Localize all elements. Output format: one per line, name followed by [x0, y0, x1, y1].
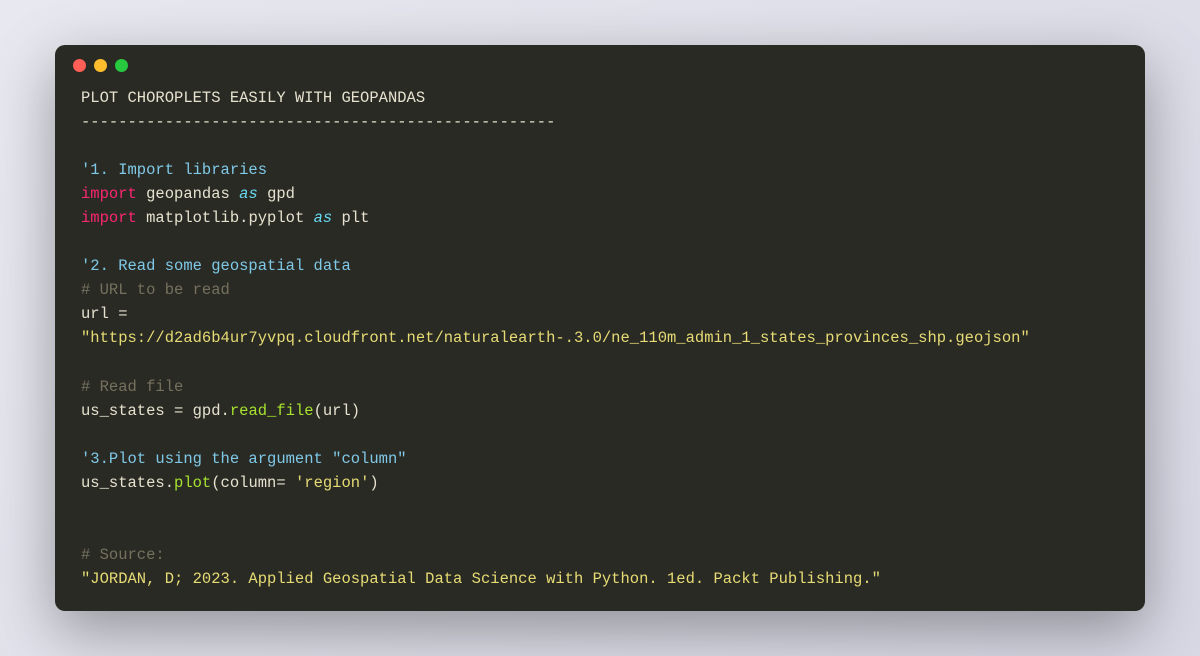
variable: us_states	[81, 402, 165, 420]
operator: =	[276, 474, 295, 492]
minimize-icon[interactable]	[94, 59, 107, 72]
close-icon[interactable]	[73, 59, 86, 72]
as-keyword: as	[314, 209, 333, 227]
as-keyword: as	[239, 185, 258, 203]
operator: =	[109, 305, 137, 323]
paren: )	[369, 474, 378, 492]
source-citation: "JORDAN, D; 2023. Applied Geospatial Dat…	[81, 570, 881, 588]
paren: (	[211, 474, 220, 492]
code-block: PLOT CHOROPLETS EASILY WITH GEOPANDAS --…	[55, 78, 1145, 610]
module-name: matplotlib.pyplot	[146, 209, 304, 227]
object: us_states.	[81, 474, 174, 492]
argument: url	[323, 402, 351, 420]
object: gpd.	[193, 402, 230, 420]
code-title: PLOT CHOROPLETS EASILY WITH GEOPANDAS	[81, 89, 425, 107]
paren: (	[314, 402, 323, 420]
alias: plt	[342, 209, 370, 227]
section-3-label: '3.Plot using the argument "column"	[81, 450, 407, 468]
variable: url	[81, 305, 109, 323]
import-keyword: import	[81, 209, 137, 227]
module-name: geopandas	[146, 185, 230, 203]
comment: # Read file	[81, 378, 183, 396]
operator: =	[165, 402, 193, 420]
divider: ----------------------------------------…	[81, 113, 555, 131]
string-literal: 'region'	[295, 474, 369, 492]
terminal-window: PLOT CHOROPLETS EASILY WITH GEOPANDAS --…	[55, 45, 1145, 610]
import-keyword: import	[81, 185, 137, 203]
function-call: read_file	[230, 402, 314, 420]
section-2-label: '2. Read some geospatial data	[81, 257, 351, 275]
comment: # URL to be read	[81, 281, 230, 299]
paren: )	[351, 402, 360, 420]
string-literal: "https://d2ad6b4ur7yvpq.cloudfront.net/n…	[81, 329, 1030, 347]
comment: # Source:	[81, 546, 165, 564]
window-titlebar	[55, 45, 1145, 78]
alias: gpd	[267, 185, 295, 203]
function-call: plot	[174, 474, 211, 492]
section-1-label: '1. Import libraries	[81, 161, 267, 179]
kwarg: column	[221, 474, 277, 492]
maximize-icon[interactable]	[115, 59, 128, 72]
